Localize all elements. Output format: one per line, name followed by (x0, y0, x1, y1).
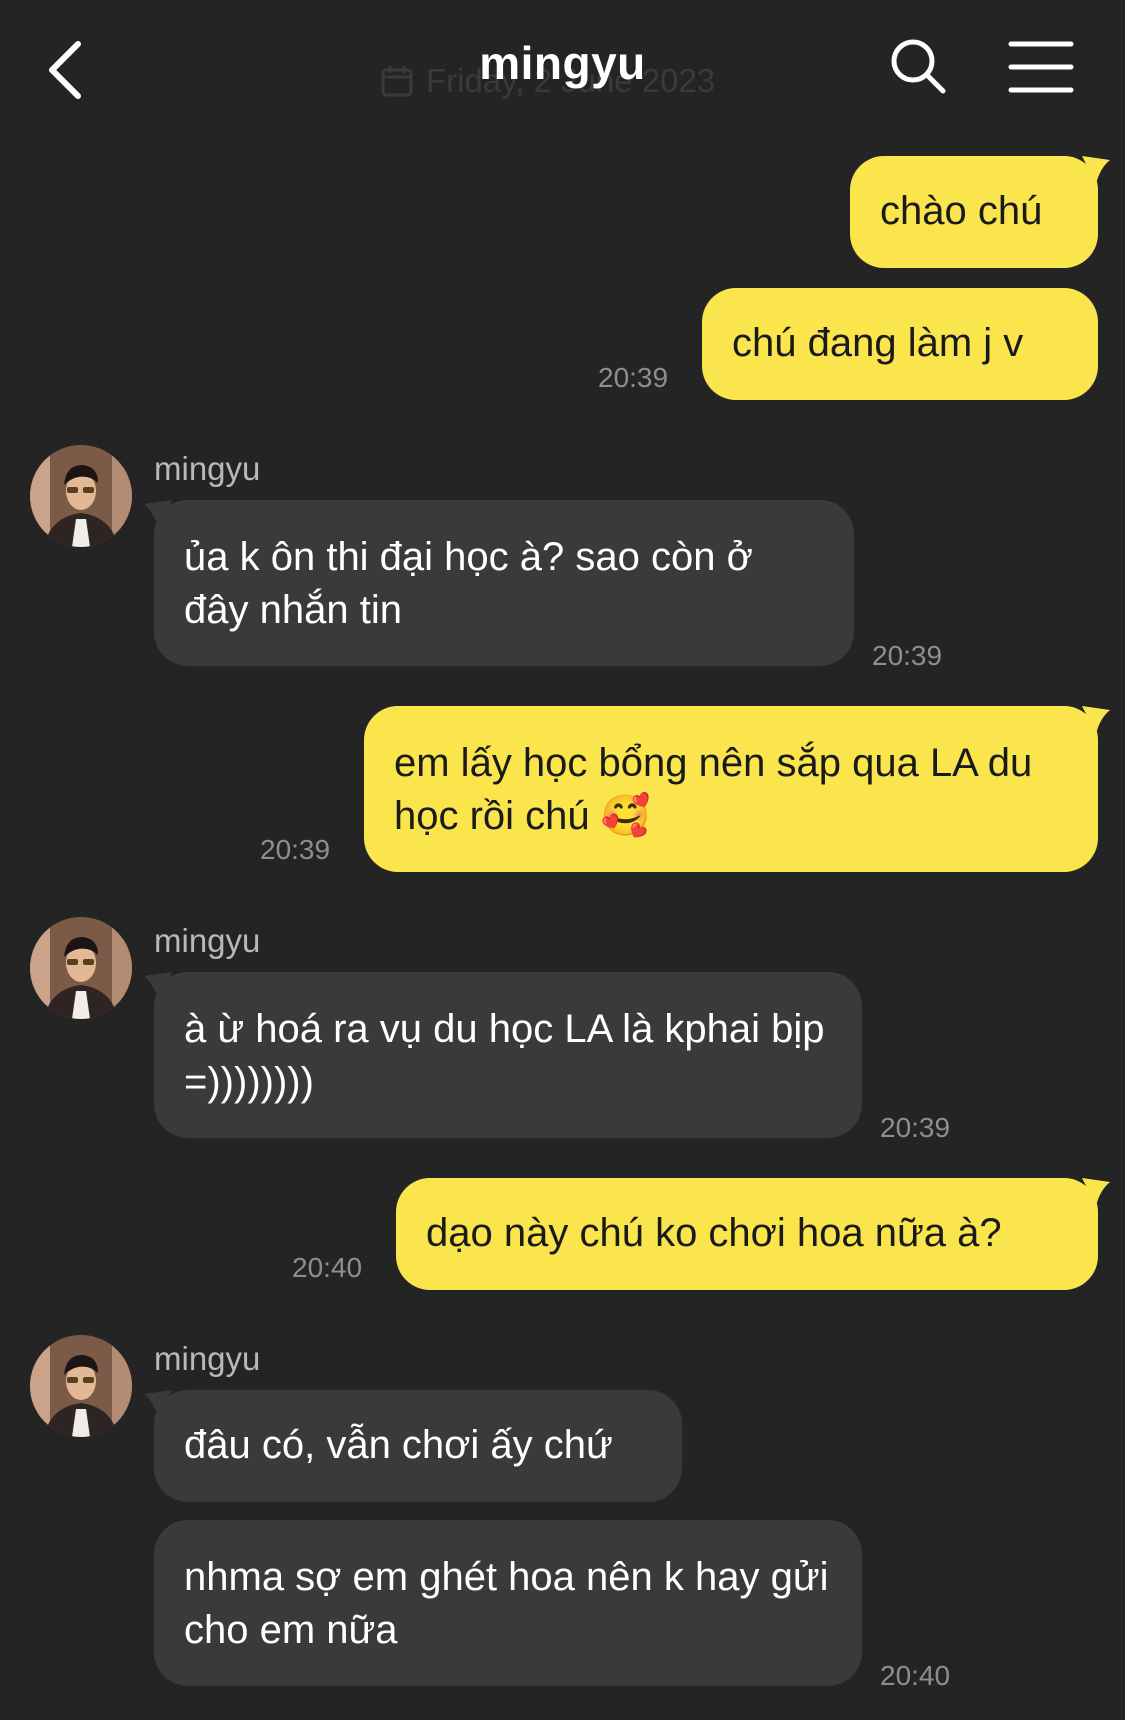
message-bubble-sent[interactable]: chào chú (850, 156, 1098, 268)
chat-title: mingyu (479, 37, 646, 89)
hamburger-menu-icon (1008, 41, 1074, 93)
profile-photo (30, 917, 132, 1019)
message-timestamp: 20:39 (260, 834, 331, 865)
search-icon (891, 39, 946, 94)
sender-name: mingyu (154, 450, 261, 487)
sender-name: mingyu (154, 922, 261, 959)
sender-name: mingyu (154, 1340, 261, 1377)
message-bubble-received[interactable]: đâu có, vẫn chơi ấy chứ (154, 1390, 682, 1502)
message-timestamp: 20:39 (872, 640, 943, 671)
message-text: dạo này chú ko chơi hoa nữa à? (426, 1211, 1002, 1255)
message-text: chào chú (880, 189, 1043, 233)
message-text: em lấy học bổng nên sắp qua LA du học rồ… (394, 741, 1033, 838)
message-bubble-sent[interactable]: chú đang làm j v (702, 288, 1098, 400)
message-timestamp: 20:40 (292, 1252, 363, 1283)
avatar[interactable] (30, 917, 132, 1019)
avatar[interactable] (30, 1335, 132, 1437)
profile-photo (30, 445, 132, 547)
message-bubble-received[interactable]: nhma sợ em ghét hoa nên k hay gửi cho em… (154, 1520, 862, 1686)
message-bubble-sent[interactable]: em lấy học bổng nên sắp qua LA du học rồ… (364, 706, 1098, 872)
bubble-tail (1082, 1178, 1110, 1206)
message-text: ủa k ôn thi đại học à? sao còn ở đây nhắ… (184, 535, 753, 632)
bubble-tail (1082, 156, 1110, 184)
message-text: chú đang làm j v (732, 321, 1024, 365)
message-bubble-received[interactable]: à ừ hoá ra vụ du học LA là kphai bịp =))… (154, 972, 862, 1138)
search-button[interactable] (888, 36, 948, 96)
chat-header: Friday, 2 June 2023 mingyu (0, 0, 1125, 140)
message-timestamp: 20:39 (598, 362, 669, 393)
chat-screen: Friday, 2 June 2023 mingyu chào chú 20:3… (0, 0, 1125, 1720)
message-text: nhma sợ em ghét hoa nên k hay gửi cho em… (184, 1555, 829, 1652)
message-bubble-received[interactable]: ủa k ôn thi đại học à? sao còn ở đây nhắ… (154, 500, 854, 666)
profile-photo (30, 1335, 132, 1437)
menu-button[interactable] (1008, 40, 1074, 94)
avatar[interactable] (30, 445, 132, 547)
message-text: à ừ hoá ra vụ du học LA là kphai bịp =))… (184, 1007, 825, 1104)
message-timestamp: 20:39 (880, 1112, 951, 1143)
message-text: đâu có, vẫn chơi ấy chứ (184, 1423, 613, 1467)
bubble-tail (1082, 706, 1110, 734)
message-bubble-sent[interactable]: dạo này chú ko chơi hoa nữa à? (396, 1178, 1098, 1290)
message-timestamp: 20:40 (880, 1660, 951, 1691)
